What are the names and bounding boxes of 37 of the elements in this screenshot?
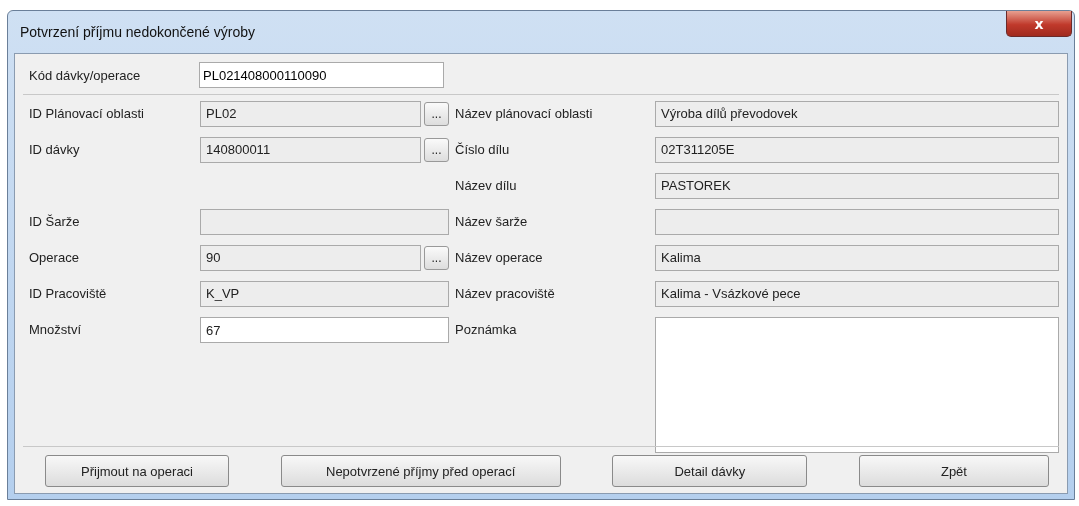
browse-button[interactable]: ... bbox=[424, 246, 449, 270]
action-button[interactable]: Přijmout na operaci bbox=[45, 455, 229, 487]
field-label: Název operace bbox=[455, 249, 544, 265]
field-label: Název plánovací oblasti bbox=[455, 105, 594, 121]
field-label: Název pracoviště bbox=[455, 285, 556, 301]
browse-button[interactable]: ... bbox=[424, 138, 449, 162]
field-label: ID Šarže bbox=[29, 213, 81, 229]
input-field[interactable]: Kalima - Vsázkové pece bbox=[655, 281, 1059, 307]
field-label: Kód dávky/operace bbox=[29, 67, 142, 83]
field-label: Množství bbox=[29, 321, 82, 337]
input-field[interactable]: K_VP bbox=[200, 281, 449, 307]
input-field[interactable]: PL02 bbox=[200, 101, 421, 127]
field-label: Název dílu bbox=[455, 177, 518, 193]
field-label: ID dávky bbox=[29, 141, 81, 157]
input-field[interactable]: 90 bbox=[200, 245, 421, 271]
close-button[interactable]: x bbox=[1006, 11, 1072, 37]
note-field[interactable] bbox=[655, 317, 1059, 453]
input-field[interactable]: 140800011 bbox=[200, 137, 421, 163]
field-label: ID Plánovací oblasti bbox=[29, 105, 145, 121]
browse-button[interactable]: ... bbox=[424, 102, 449, 126]
action-button[interactable]: Nepotvrzené příjmy před operací bbox=[280, 455, 561, 487]
action-button[interactable]: Detail dávky bbox=[612, 455, 808, 487]
input-field[interactable] bbox=[200, 209, 449, 235]
input-field[interactable]: PASTOREK bbox=[655, 173, 1059, 199]
input-field[interactable] bbox=[655, 209, 1059, 235]
input-field[interactable]: 67 bbox=[200, 317, 449, 343]
field-label: ID Pracoviště bbox=[29, 285, 108, 301]
field-label: Číslo dílu bbox=[455, 141, 511, 157]
input-field[interactable]: 02T311205E bbox=[655, 137, 1059, 163]
window-title: Potvrzení příjmu nedokončené výroby bbox=[19, 24, 255, 40]
field-label: Název šarže bbox=[455, 213, 529, 229]
input-field[interactable]: Výroba dílů převodovek bbox=[655, 101, 1059, 127]
input-field[interactable]: PL021408000110090 bbox=[199, 62, 444, 88]
action-button[interactable]: Zpět bbox=[858, 455, 1049, 487]
field-label: Poznámka bbox=[455, 321, 518, 337]
field-label: Operace bbox=[29, 249, 80, 265]
input-field[interactable]: Kalima bbox=[655, 245, 1059, 271]
